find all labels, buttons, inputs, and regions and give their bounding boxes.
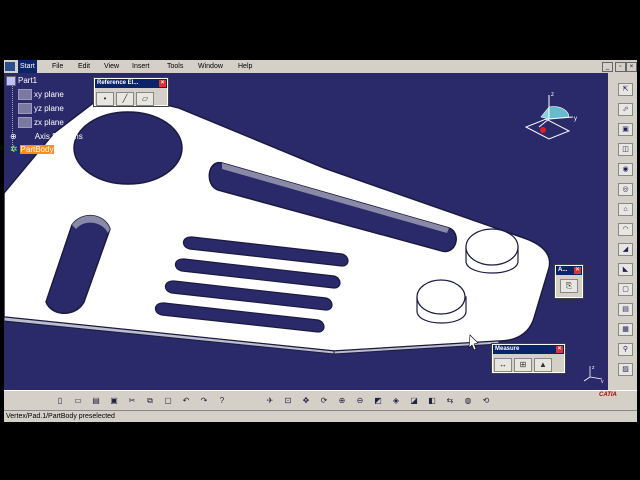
plane-icon	[18, 103, 32, 115]
tree-xy-plane[interactable]: xy plane	[18, 89, 64, 101]
line-icon[interactable]: ╱	[116, 92, 134, 106]
new-icon[interactable]: ▯	[54, 395, 66, 407]
tree-axis-systems[interactable]: ⊕ Axis Systems	[10, 131, 83, 142]
plane-icon	[18, 117, 32, 129]
close-icon[interactable]: ×	[556, 346, 563, 353]
point-icon[interactable]: •	[96, 92, 114, 106]
boss-lower	[416, 279, 467, 324]
measure-between-icon[interactable]: ↔	[494, 358, 512, 372]
update-icon[interactable]: ⟲	[480, 395, 492, 407]
copy-icon[interactable]: ⧉	[144, 395, 156, 407]
right-toolbar: ⇱ ⬀ ▣ ◫ ◉ ◎ ⌂ ◠ ◢ ◣ ▢ ▤ ▦ ⚲ ▨	[612, 73, 637, 390]
close-icon[interactable]: ×	[574, 267, 581, 274]
fit-all-icon[interactable]: ⊡	[282, 395, 294, 407]
pocket-icon[interactable]: ◫	[618, 143, 633, 156]
close-button[interactable]: ×	[626, 62, 637, 72]
measure-toolbar-title: Measure	[495, 346, 520, 352]
hole-icon[interactable]: ◎	[618, 183, 633, 196]
measure-inertia-icon[interactable]: ⎘	[560, 279, 578, 293]
zoom-in-icon[interactable]: ⊕	[336, 395, 348, 407]
rib-icon[interactable]: ⌂	[618, 203, 633, 216]
reference-toolbar-title: Reference El...	[97, 80, 139, 86]
triad-z-label: z	[592, 365, 595, 371]
constraint-icon[interactable]: ⚲	[618, 343, 633, 356]
analysis-icon[interactable]: ▨	[618, 363, 633, 376]
3d-viewport[interactable]: Part1 xy plane yz plane zx plane ⊕ Axis S…	[4, 73, 608, 390]
plane-icon	[18, 89, 32, 101]
render-style-icon[interactable]: ◪	[408, 395, 420, 407]
boss-upper	[465, 228, 519, 274]
pad-icon[interactable]: ▣	[618, 123, 633, 136]
cursor-icon[interactable]: ⇱	[618, 83, 633, 96]
pattern-icon[interactable]: ▦	[618, 323, 633, 336]
fillet-icon[interactable]: ◠	[618, 223, 633, 236]
triad-y-label: y	[601, 379, 604, 383]
swap-icon[interactable]: ⇆	[444, 395, 456, 407]
cut-icon[interactable]: ✂	[126, 395, 138, 407]
menu-view[interactable]: View	[102, 60, 121, 73]
help-icon[interactable]: ?	[216, 395, 228, 407]
large-hole	[73, 111, 183, 185]
part-geometry[interactable]	[4, 73, 608, 390]
part-icon	[6, 75, 16, 86]
tree-partbody[interactable]: ✲ PartBody	[10, 144, 55, 155]
tree-part1[interactable]: Part1	[6, 75, 37, 86]
menu-help[interactable]: Help	[236, 60, 254, 73]
chamfer-icon[interactable]: ◢	[618, 243, 633, 256]
plane-icon[interactable]: ▱	[136, 92, 154, 106]
analysis-toolbar-title: A...	[558, 267, 568, 273]
menu-tools[interactable]: Tools	[165, 60, 185, 73]
catia-logo-icon[interactable]	[5, 62, 15, 71]
shell-icon[interactable]: ▢	[618, 283, 633, 296]
save-icon[interactable]: ▤	[90, 395, 102, 407]
rotate-icon[interactable]: ⟳	[318, 395, 330, 407]
paste-icon[interactable]: ▢	[162, 395, 174, 407]
fly-icon[interactable]: ✈	[264, 395, 276, 407]
tree-zx-plane[interactable]: zx plane	[18, 117, 64, 129]
restore-button[interactable]: ▫	[615, 62, 626, 72]
gear-icon: ✲	[10, 144, 18, 154]
shaft-icon[interactable]: ◉	[618, 163, 633, 176]
pan-icon[interactable]: ✥	[300, 395, 312, 407]
close-icon[interactable]: ×	[159, 80, 166, 87]
hide-show-icon[interactable]: ◧	[426, 395, 438, 407]
axis-triad: z y	[583, 365, 604, 383]
menu-insert[interactable]: Insert	[130, 60, 152, 73]
apply-material-icon[interactable]: ◍	[462, 395, 474, 407]
status-bar: Vertex/Pad.1/PartBody preselected	[4, 410, 637, 422]
redo-icon[interactable]: ↷	[198, 395, 210, 407]
iso-view-icon[interactable]: ◈	[390, 395, 402, 407]
menu-start[interactable]: Start	[18, 60, 37, 73]
measure-inertia-icon[interactable]: ▲	[534, 358, 552, 372]
thickness-icon[interactable]: ▤	[618, 303, 633, 316]
analysis-toolbar[interactable]: A... × ⎘	[554, 264, 584, 299]
measure-toolbar[interactable]: Measure × ↔ ⊞ ▲	[491, 343, 566, 374]
open-icon[interactable]: ▭	[72, 395, 84, 407]
tree-yz-plane[interactable]: yz plane	[18, 103, 64, 115]
sketch-icon[interactable]: ⬀	[618, 103, 633, 116]
measure-item-icon[interactable]: ⊞	[514, 358, 532, 372]
catia-window: Start File Edit View Insert Tools Window…	[4, 60, 637, 422]
draft-icon[interactable]: ◣	[618, 263, 633, 276]
menu-bar: Start File Edit View Insert Tools Window…	[4, 60, 637, 73]
menu-window[interactable]: Window	[196, 60, 225, 73]
compass-y-label: y	[574, 116, 577, 122]
normal-view-icon[interactable]: ◩	[372, 395, 384, 407]
compass-z-label: z	[551, 92, 554, 98]
menu-file[interactable]: File	[50, 60, 65, 73]
minimize-button[interactable]: _	[602, 62, 613, 72]
print-icon[interactable]: ▣	[108, 395, 120, 407]
zoom-out-icon[interactable]: ⊖	[354, 395, 366, 407]
reference-elements-toolbar[interactable]: Reference El... × • ╱ ▱	[93, 77, 169, 107]
menu-edit[interactable]: Edit	[76, 60, 92, 73]
bottom-toolbar: ▯ ▭ ▤ ▣ ✂ ⧉ ▢ ↶ ↷? ✈ ⊡ ✥ ⟳ ⊕ ⊖ ◩ ◈ ◪ ◧ ⇆ ◍ ⟲	[4, 390, 637, 411]
undo-icon[interactable]: ↶	[180, 395, 192, 407]
compass-widget[interactable]: z y	[521, 87, 581, 143]
catia-brand-logo: CATIA	[599, 392, 617, 398]
